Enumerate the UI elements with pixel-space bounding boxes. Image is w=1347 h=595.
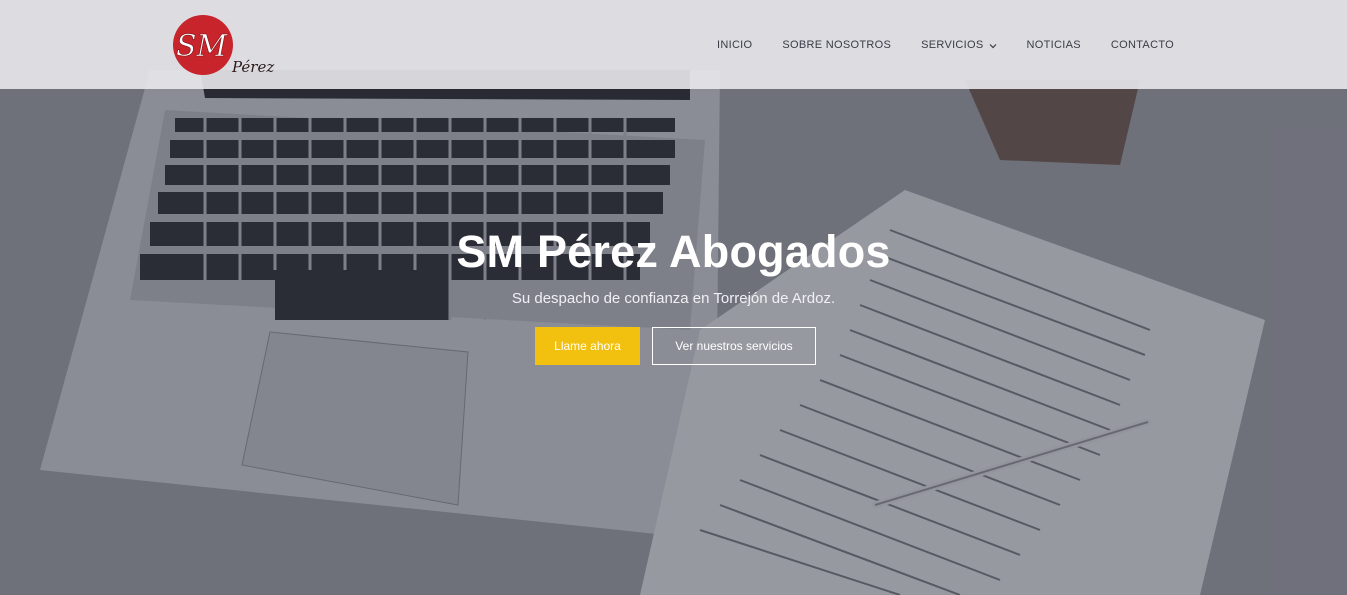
nav-item-label: INICIO xyxy=(716,38,753,51)
nav-item-noticias[interactable]: NOTICIAS xyxy=(1027,39,1081,51)
chevron-down-icon xyxy=(989,41,997,49)
svg-text:SM: SM xyxy=(176,29,229,64)
sm-perez-logo-icon: SM Pérez xyxy=(173,15,274,76)
nav-item-servicios[interactable]: SERVICIOS xyxy=(921,39,996,51)
page: SM Pérez INICIO SOBRE NOSOTROS SERVICIOS… xyxy=(0,0,1347,595)
nav-item-label: CONTACTO xyxy=(1110,38,1174,51)
main-nav: INICIO SOBRE NOSOTROS SERVICIOS NOTICIAS… xyxy=(717,0,1174,89)
call-now-button[interactable]: Llame ahora xyxy=(535,327,640,365)
hero-subtitle: Su despacho de confianza en Torrejón de … xyxy=(511,290,836,307)
nav-item-contacto[interactable]: CONTACTO xyxy=(1111,39,1174,51)
svg-text:Pérez: Pérez xyxy=(231,58,274,76)
nav-item-sobre-nosotros[interactable]: SOBRE NOSOTROS xyxy=(782,39,891,51)
nav-item-label: NOTICIAS xyxy=(1026,38,1081,51)
brand-logo[interactable]: SM Pérez xyxy=(170,12,280,76)
nav-item-label: SERVICIOS xyxy=(921,38,984,51)
site-header: SM Pérez INICIO SOBRE NOSOTROS SERVICIOS… xyxy=(0,0,1347,89)
view-services-button[interactable]: Ver nuestros servicios xyxy=(652,327,816,365)
nav-item-inicio[interactable]: INICIO xyxy=(717,39,752,51)
hero-title: SM Pérez Abogados xyxy=(456,226,891,277)
nav-item-label: SOBRE NOSOTROS xyxy=(782,38,892,51)
